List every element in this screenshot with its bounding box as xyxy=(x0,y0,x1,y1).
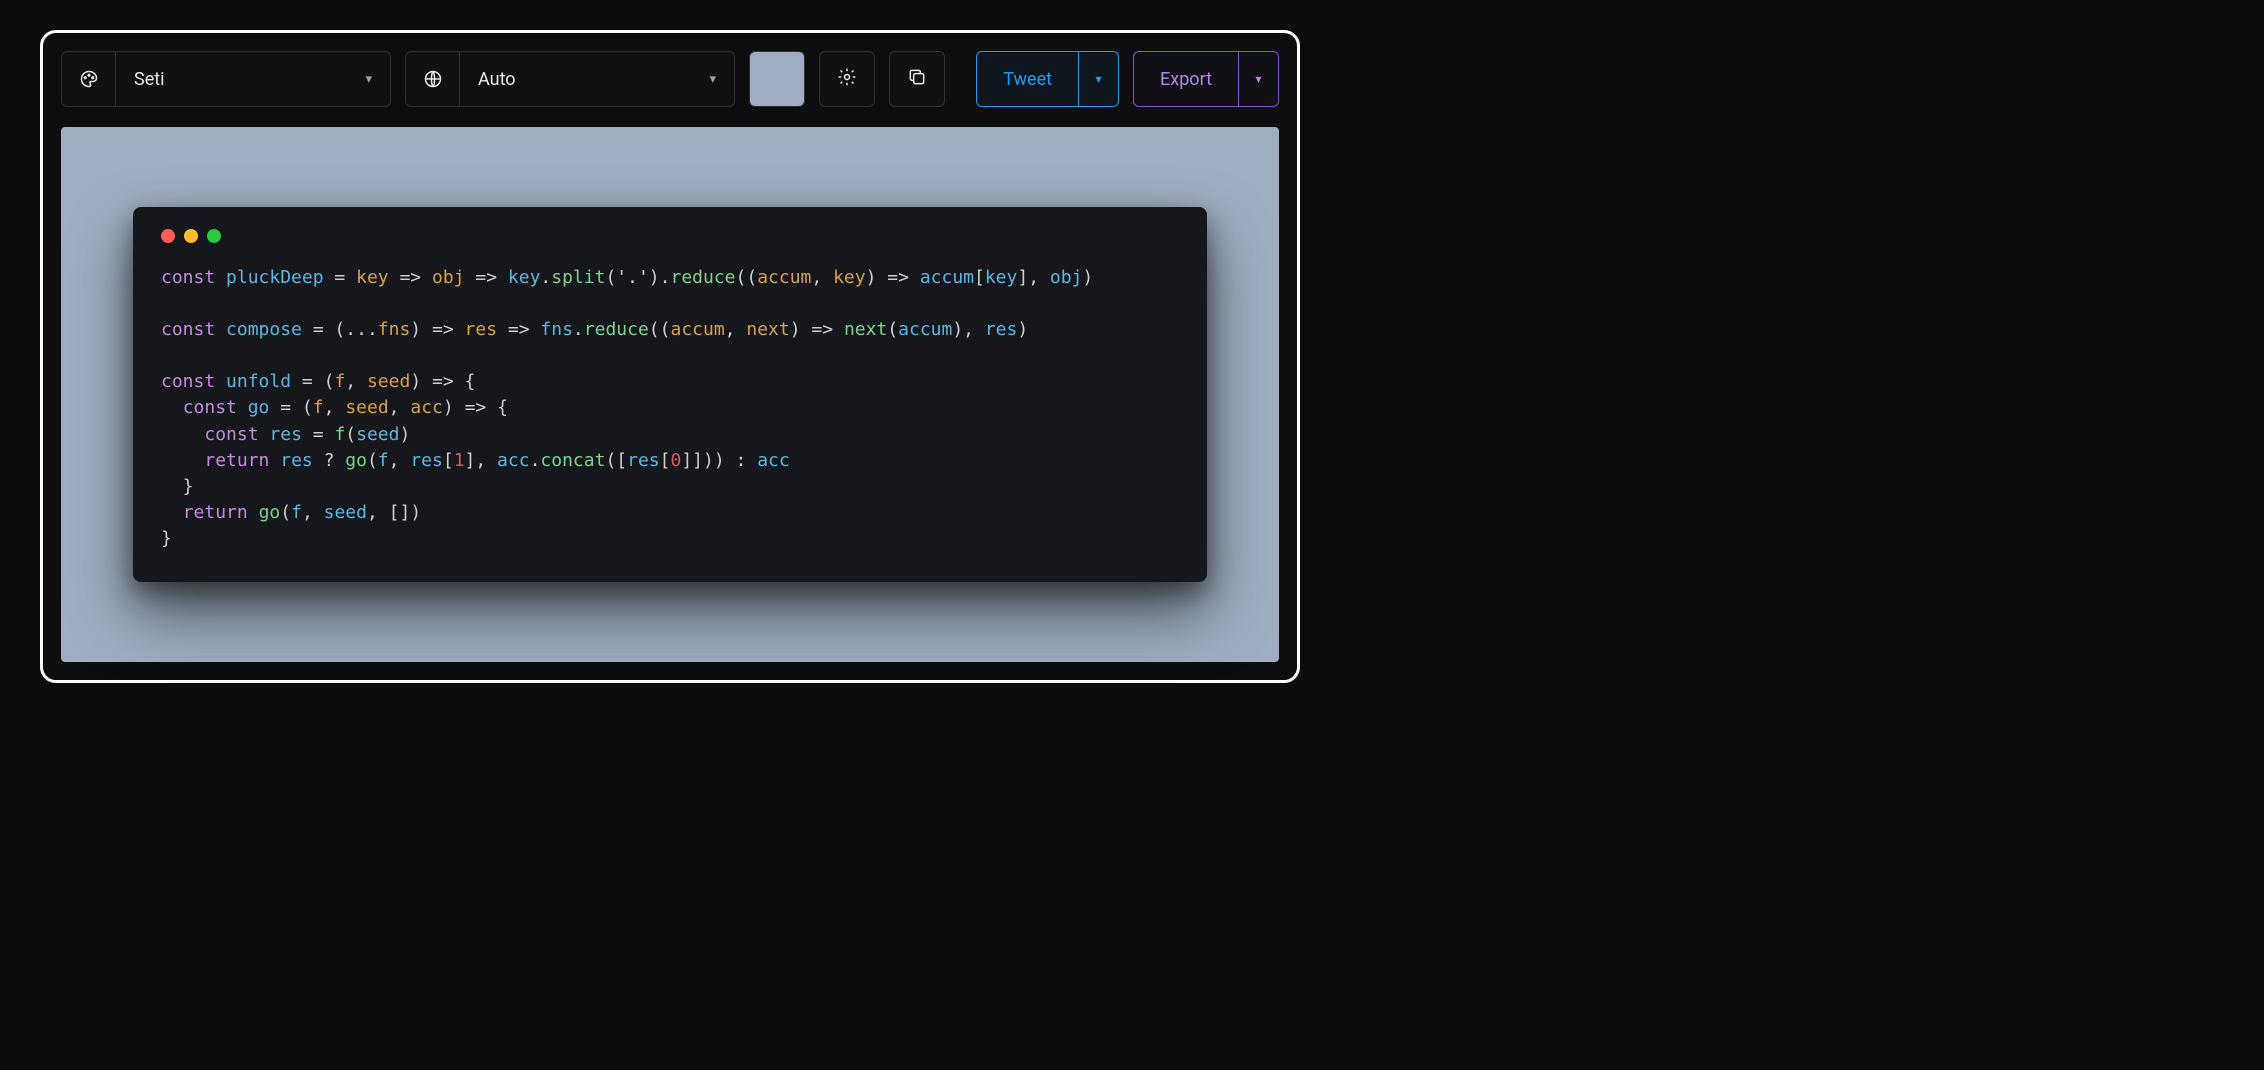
tweet-button-label: Tweet xyxy=(977,52,1078,106)
copy-button[interactable] xyxy=(889,51,945,107)
language-select-value: Auto xyxy=(478,69,516,90)
gear-icon xyxy=(837,67,857,92)
copy-icon xyxy=(907,67,927,92)
export-button-label: Export xyxy=(1134,52,1238,106)
preview-canvas[interactable]: const pluckDeep = key => obj => key.spli… xyxy=(61,127,1279,662)
chevron-down-icon: ▾ xyxy=(1096,72,1102,86)
theme-select-value: Seti xyxy=(134,69,165,90)
export-dropdown-toggle[interactable]: ▾ xyxy=(1238,52,1278,106)
palette-icon xyxy=(62,52,116,106)
globe-icon xyxy=(406,52,460,106)
chevron-down-icon: ▾ xyxy=(365,72,372,87)
code-window: const pluckDeep = key => obj => key.spli… xyxy=(133,207,1207,582)
code-editor[interactable]: const pluckDeep = key => obj => key.spli… xyxy=(161,265,1179,552)
app-frame: Seti ▾ Auto ▾ Tweet xyxy=(40,30,1300,683)
theme-select[interactable]: Seti ▾ xyxy=(61,51,391,107)
language-select[interactable]: Auto ▾ xyxy=(405,51,735,107)
minimize-dot-icon xyxy=(184,229,198,243)
settings-button[interactable] xyxy=(819,51,875,107)
tweet-button[interactable]: Tweet ▾ xyxy=(976,51,1119,107)
export-button[interactable]: Export ▾ xyxy=(1133,51,1279,107)
toolbar: Seti ▾ Auto ▾ Tweet xyxy=(61,51,1279,107)
chevron-down-icon: ▾ xyxy=(709,72,716,87)
window-controls xyxy=(161,229,1179,243)
zoom-dot-icon xyxy=(207,229,221,243)
tweet-dropdown-toggle[interactable]: ▾ xyxy=(1078,52,1118,106)
chevron-down-icon: ▾ xyxy=(1255,72,1261,86)
close-dot-icon xyxy=(161,229,175,243)
background-color-picker[interactable] xyxy=(749,51,805,107)
